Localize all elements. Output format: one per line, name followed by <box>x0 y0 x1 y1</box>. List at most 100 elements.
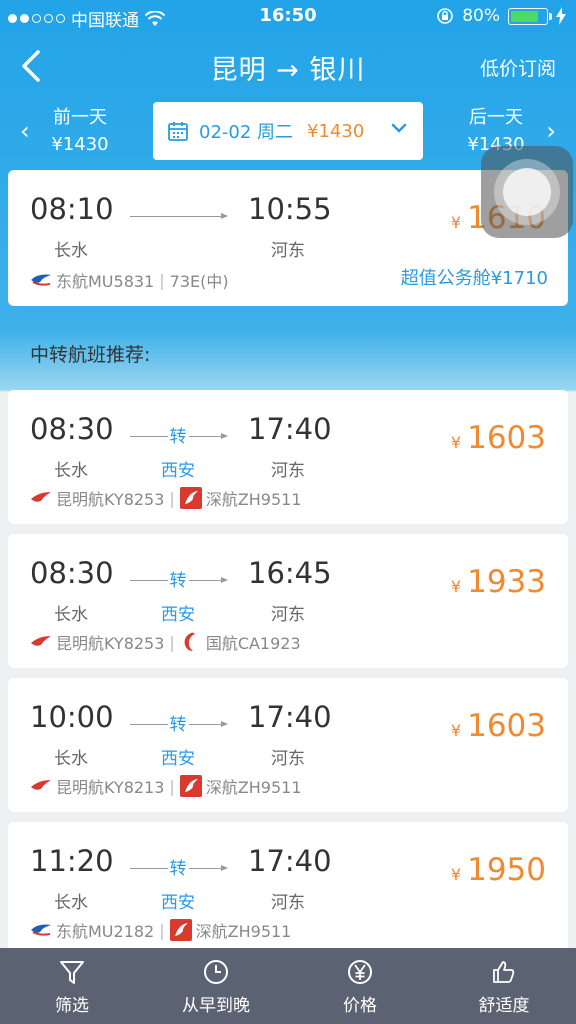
arrival-time: 16:45 <box>248 556 332 590</box>
first-leg-flight: 东航MU2182 <box>56 922 155 941</box>
thumbs-up-icon <box>493 960 515 983</box>
status-right: 80% <box>436 6 566 26</box>
china-eastern-logo-icon <box>31 924 51 936</box>
transfer-section-title: 中转航班推荐: <box>30 344 151 366</box>
second-leg-flight: 深航ZH9511 <box>205 490 302 509</box>
route-line: 转 <box>130 571 228 591</box>
arrival-time: 10:55 <box>248 192 332 226</box>
kunming-airlines-logo-icon <box>31 636 51 646</box>
yen-icon <box>348 959 372 984</box>
filter-label: 筛选 <box>55 995 89 1016</box>
comfort-tab[interactable]: 舒适度 <box>432 948 576 1024</box>
airline-info: 昆明航KY8213 | 深航ZH9511 <box>30 774 302 798</box>
transfer-city: 西安 <box>161 893 195 913</box>
departure-airport: 长水 <box>54 605 88 625</box>
departure-time: 08:30 <box>30 412 114 446</box>
china-eastern-logo-icon <box>31 274 51 286</box>
airline-info: 东航MU2182 | 深航ZH9511 <box>30 918 291 942</box>
second-leg-flight: 深航ZH9511 <box>205 778 302 797</box>
route-line <box>130 213 228 219</box>
first-leg-flight: 昆明航KY8253 <box>56 490 165 509</box>
departure-time: 08:10 <box>30 192 114 226</box>
aircraft-type: 73E(中) <box>169 272 229 291</box>
current-date-button[interactable]: 02-02 周二 ¥1430 <box>153 102 423 160</box>
transfer-flight-card[interactable]: 08:30 转 17:40 长水 西安 河东 ¥1603 昆明航KY8253 |… <box>8 390 568 524</box>
chevron-down-icon <box>391 123 407 133</box>
next-day-label: 后一天 <box>469 107 523 128</box>
transfer-mark: 转 <box>167 427 189 447</box>
arrival-airport: 河东 <box>271 605 305 625</box>
flight-price: ¥1603 <box>450 420 546 456</box>
transfer-mark: 转 <box>167 571 189 591</box>
transfer-city: 西安 <box>161 749 195 769</box>
transfer-flight-card[interactable]: 10:00 转 17:40 长水 西安 河东 ¥1603 昆明航KY8213 |… <box>8 678 568 812</box>
calendar-icon <box>168 122 188 141</box>
rotation-lock-icon <box>437 8 454 24</box>
status-bar: 中国联通 16:50 80% <box>0 0 576 32</box>
transfer-mark: 转 <box>167 859 189 879</box>
flight-price: ¥1950 <box>450 852 546 888</box>
departure-airport: 长水 <box>54 241 88 261</box>
nav-bar: 昆明 → 银川 低价订阅 <box>0 34 576 98</box>
charging-icon <box>556 7 566 25</box>
funnel-icon <box>60 960 84 984</box>
arrival-airport: 河东 <box>271 893 305 913</box>
airline-flight-number: 东航MU5831 <box>56 272 155 291</box>
airline-info: 东航MU5831 | 73E(中) <box>30 268 229 292</box>
route-line: 转 <box>130 715 228 735</box>
bottom-toolbar: 筛选 从早到晚 价格 舒适度 <box>0 948 576 1024</box>
route-line: 转 <box>130 859 228 879</box>
battery-percent: 80% <box>462 6 500 26</box>
second-leg-flight: 深航ZH9511 <box>195 922 292 941</box>
first-leg-flight: 昆明航KY8213 <box>56 778 165 797</box>
business-class-offer[interactable]: 超值公务舱¥1710 <box>401 264 548 290</box>
departure-airport: 长水 <box>54 893 88 913</box>
airline-info: 昆明航KY8253 | 深航ZH9511 <box>30 486 302 510</box>
departure-time: 11:20 <box>30 844 114 878</box>
transfer-flight-card[interactable]: 11:20 转 17:40 长水 西安 河东 ¥1950 东航MU2182 | … <box>8 822 568 956</box>
flight-price: ¥1603 <box>450 708 546 744</box>
arrival-airport: 河东 <box>271 461 305 481</box>
assistive-touch-button[interactable] <box>481 146 573 238</box>
transfer-mark: 转 <box>167 715 189 735</box>
route-line: 转 <box>130 427 228 447</box>
arrival-time: 17:40 <box>248 700 332 734</box>
shenzhen-airlines-logo-icon <box>179 775 202 797</box>
air-china-logo-icon <box>184 632 195 651</box>
prev-day-label: 前一天 <box>53 107 107 128</box>
airline-info: 昆明航KY8253 | 国航CA1923 <box>30 630 301 654</box>
arrival-airport: 河东 <box>271 241 305 261</box>
prev-day-price: ¥1430 <box>51 134 109 155</box>
second-leg-flight: 国航CA1923 <box>205 634 301 653</box>
transfer-flight-card[interactable]: 08:30 转 16:45 长水 西安 河东 ¥1933 昆明航KY8253 |… <box>8 534 568 668</box>
battery-icon <box>508 7 552 25</box>
time-sort-tab[interactable]: 从早到晚 <box>144 948 288 1024</box>
departure-time: 08:30 <box>30 556 114 590</box>
filter-tab[interactable]: 筛选 <box>0 948 144 1024</box>
transfer-city: 西安 <box>161 461 195 481</box>
time-sort-label: 从早到晚 <box>182 995 250 1016</box>
kunming-airlines-logo-icon <box>31 780 51 790</box>
arrival-time: 17:40 <box>248 844 332 878</box>
transfer-city: 西安 <box>161 605 195 625</box>
prev-day-button[interactable]: ‹ 前一天 ¥1430 <box>20 104 140 158</box>
chevron-left-icon: ‹ <box>20 117 30 145</box>
clock-icon <box>204 959 228 984</box>
departure-time: 10:00 <box>30 700 114 734</box>
price-subscribe-link[interactable]: 低价订阅 <box>480 54 556 81</box>
arrival-airport: 河东 <box>271 749 305 769</box>
chevron-right-icon: › <box>546 117 556 145</box>
shenzhen-airlines-logo-icon <box>179 487 202 509</box>
current-date-price: ¥1430 <box>307 120 365 142</box>
flight-price: ¥1933 <box>450 564 546 600</box>
kunming-airlines-logo-icon <box>31 492 51 502</box>
departure-airport: 长水 <box>54 461 88 481</box>
comfort-label: 舒适度 <box>478 995 530 1016</box>
first-leg-flight: 昆明航KY8253 <box>56 634 165 653</box>
price-sort-tab[interactable]: 价格 <box>288 948 432 1024</box>
arrival-time: 17:40 <box>248 412 332 446</box>
departure-airport: 长水 <box>54 749 88 769</box>
price-sort-label: 价格 <box>343 995 377 1016</box>
shenzhen-airlines-logo-icon <box>169 919 192 941</box>
current-date: 02-02 周二 <box>199 122 294 143</box>
